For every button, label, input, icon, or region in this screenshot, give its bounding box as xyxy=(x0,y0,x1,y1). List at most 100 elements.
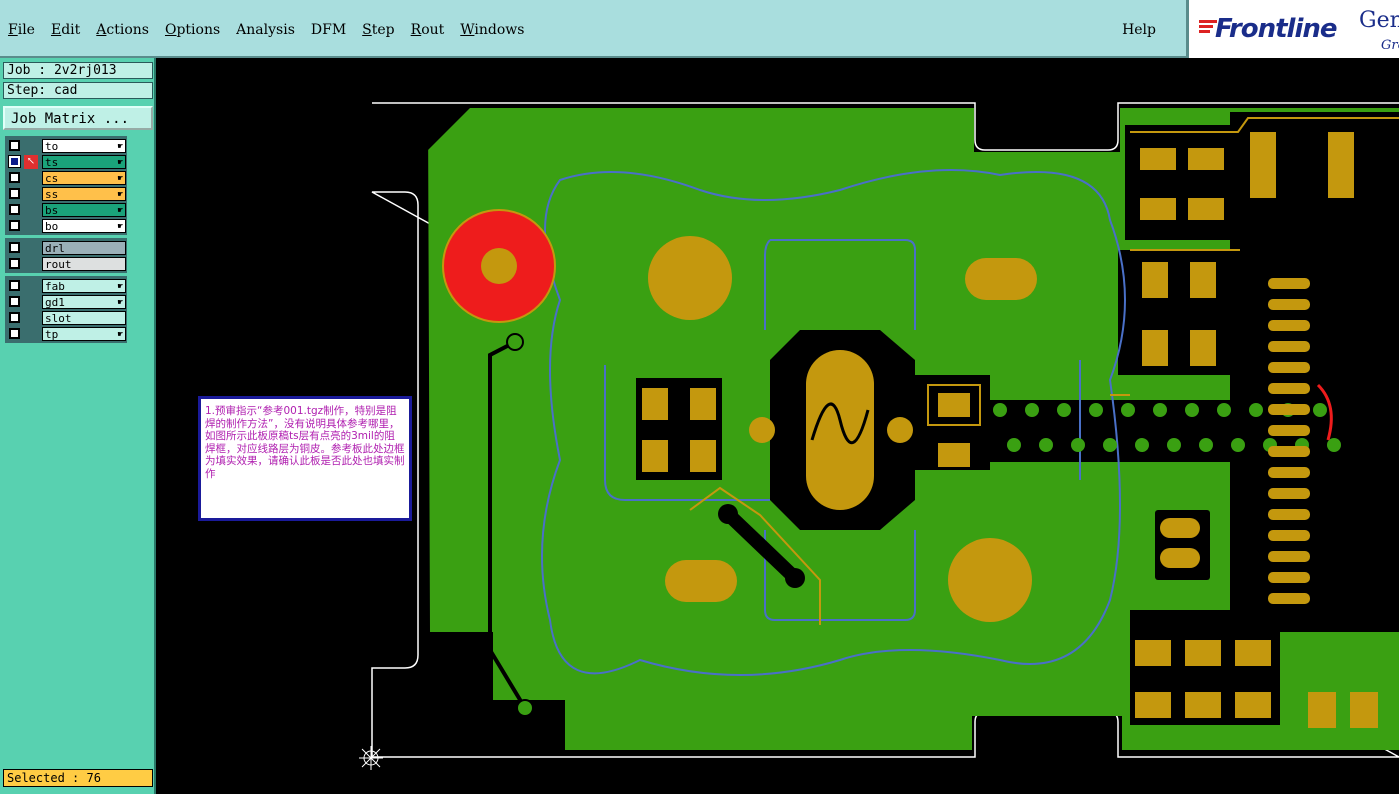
menu-analysis[interactable]: Analysis xyxy=(236,22,295,38)
menu-file[interactable]: File xyxy=(8,22,35,38)
ic-pad xyxy=(1268,362,1310,373)
via xyxy=(1135,438,1149,452)
layer-checkbox[interactable] xyxy=(9,242,20,253)
layer-name-text: cs xyxy=(45,171,59,185)
layer-row-gd1[interactable]: gd1 ☛ xyxy=(6,294,126,309)
layer-checkbox[interactable] xyxy=(9,296,20,307)
layer-row-bs[interactable]: bs ☛ xyxy=(6,202,126,217)
origin-icon xyxy=(359,746,383,770)
via xyxy=(1039,438,1053,452)
menu-edit[interactable]: Edit xyxy=(51,22,80,38)
layer-name-text: gd1 xyxy=(45,295,65,309)
menu-windows[interactable]: Windows xyxy=(460,22,524,38)
hand-icon: ☛ xyxy=(117,173,123,184)
layer-name[interactable]: ts ☛ xyxy=(42,154,126,169)
hand-icon: ☛ xyxy=(117,141,123,152)
via xyxy=(1153,403,1167,417)
layer-group: to ☛ ↖ ts ☛ cs ☛ ss ☛ bs ☛ bo ☛ xyxy=(5,136,127,235)
layer-row-ts[interactable]: ↖ ts ☛ xyxy=(6,154,126,169)
logo-product: Gen xyxy=(1359,8,1399,33)
layer-name[interactable]: ss ☛ xyxy=(42,186,126,201)
hand-icon: ☛ xyxy=(117,281,123,292)
via xyxy=(1121,403,1135,417)
layer-row-cs[interactable]: cs ☛ xyxy=(6,170,126,185)
review-note: 1.预审指示“参考001.tgz制作，特别是阻焊的制作方法”，没有说明具体参考哪… xyxy=(198,396,412,521)
layer-group: drl rout xyxy=(5,238,127,273)
layer-spacer xyxy=(24,171,38,185)
ic-pad xyxy=(1268,383,1310,394)
layer-checkbox[interactable] xyxy=(9,172,20,183)
layer-name[interactable]: drl xyxy=(42,240,126,255)
layer-spacer xyxy=(24,279,38,293)
layer-name-text: drl xyxy=(45,241,65,255)
layer-checkbox[interactable] xyxy=(9,312,20,323)
layer-row-drl[interactable]: drl xyxy=(6,240,126,255)
layer-name[interactable]: slot xyxy=(42,310,126,325)
layer-spacer xyxy=(24,311,38,325)
hand-icon: ☛ xyxy=(117,205,123,216)
active-arrow-icon: ↖ xyxy=(24,154,38,169)
layer-name[interactable]: tp ☛ xyxy=(42,326,126,341)
menu-step[interactable]: Step xyxy=(362,22,394,38)
via xyxy=(1313,403,1327,417)
layer-checkbox[interactable] xyxy=(9,258,20,269)
ic-pad xyxy=(1268,467,1310,478)
layer-name[interactable]: cs ☛ xyxy=(42,170,126,185)
ic-pad xyxy=(1268,404,1310,415)
layer-row-ss[interactable]: ss ☛ xyxy=(6,186,126,201)
via xyxy=(1217,403,1231,417)
layer-row-rout[interactable]: rout xyxy=(6,256,126,271)
via xyxy=(1057,403,1071,417)
layer-checkbox[interactable] xyxy=(9,188,20,199)
layer-name[interactable]: gd1 ☛ xyxy=(42,294,126,309)
layer-spacer xyxy=(24,295,38,309)
ic-pad xyxy=(1268,593,1310,604)
layer-spacer xyxy=(24,203,38,217)
menu-rout[interactable]: Rout xyxy=(411,22,445,38)
layer-row-to[interactable]: to ☛ xyxy=(6,138,126,153)
layer-checkbox[interactable] xyxy=(8,155,21,168)
layer-checkbox[interactable] xyxy=(9,140,20,151)
layer-name[interactable]: bo ☛ xyxy=(42,218,126,233)
layer-checkbox[interactable] xyxy=(9,328,20,339)
layer-row-tp[interactable]: tp ☛ xyxy=(6,326,126,341)
layer-spacer xyxy=(24,187,38,201)
layer-name[interactable]: to ☛ xyxy=(42,138,126,153)
layer-checkbox[interactable] xyxy=(9,204,20,215)
layer-row-fab[interactable]: fab ☛ xyxy=(6,278,126,293)
ic-pad xyxy=(1268,341,1310,352)
layer-row-bo[interactable]: bo ☛ xyxy=(6,218,126,233)
job-label: Job : 2v2rj013 xyxy=(3,62,153,79)
layer-row-slot[interactable]: slot xyxy=(6,310,126,325)
via xyxy=(993,403,1007,417)
layer-checkbox[interactable] xyxy=(9,280,20,291)
layer-name[interactable]: rout xyxy=(42,256,126,271)
layer-name-text: tp xyxy=(45,327,59,341)
ic-pad xyxy=(1268,278,1310,289)
menu-help[interactable]: Help xyxy=(1122,22,1156,38)
layer-name-text: slot xyxy=(45,311,72,325)
job-matrix-button[interactable]: Job Matrix ... xyxy=(3,106,153,130)
layer-name[interactable]: fab ☛ xyxy=(42,278,126,293)
layer-name-text: to xyxy=(45,139,59,153)
ic-pad xyxy=(1268,551,1310,562)
layer-spacer xyxy=(24,257,38,271)
layer-checkbox[interactable] xyxy=(9,220,20,231)
logo-tagline: Gro xyxy=(1381,38,1399,53)
layer-list: to ☛ ↖ ts ☛ cs ☛ ss ☛ bs ☛ bo ☛ drl rout fab ☛ gd1 ☛ slot tp… xyxy=(5,136,127,346)
layer-name-text: bs xyxy=(45,203,59,217)
via xyxy=(1007,438,1021,452)
layer-name-text: ss xyxy=(45,187,59,201)
ic-pad xyxy=(1268,488,1310,499)
ic-pad xyxy=(1268,299,1310,310)
layer-name-text: bo xyxy=(45,219,59,233)
frontline-logo: Frontline Gen Gro xyxy=(1186,0,1399,58)
ic-pad xyxy=(1268,572,1310,583)
menu-dfm[interactable]: DFM xyxy=(311,22,346,38)
layer-name-text: rout xyxy=(45,257,72,271)
menu-options[interactable]: Options xyxy=(165,22,220,38)
layer-name[interactable]: bs ☛ xyxy=(42,202,126,217)
menu-actions[interactable]: Actions xyxy=(96,22,149,38)
via xyxy=(1103,438,1117,452)
ic-pad xyxy=(1268,530,1310,541)
